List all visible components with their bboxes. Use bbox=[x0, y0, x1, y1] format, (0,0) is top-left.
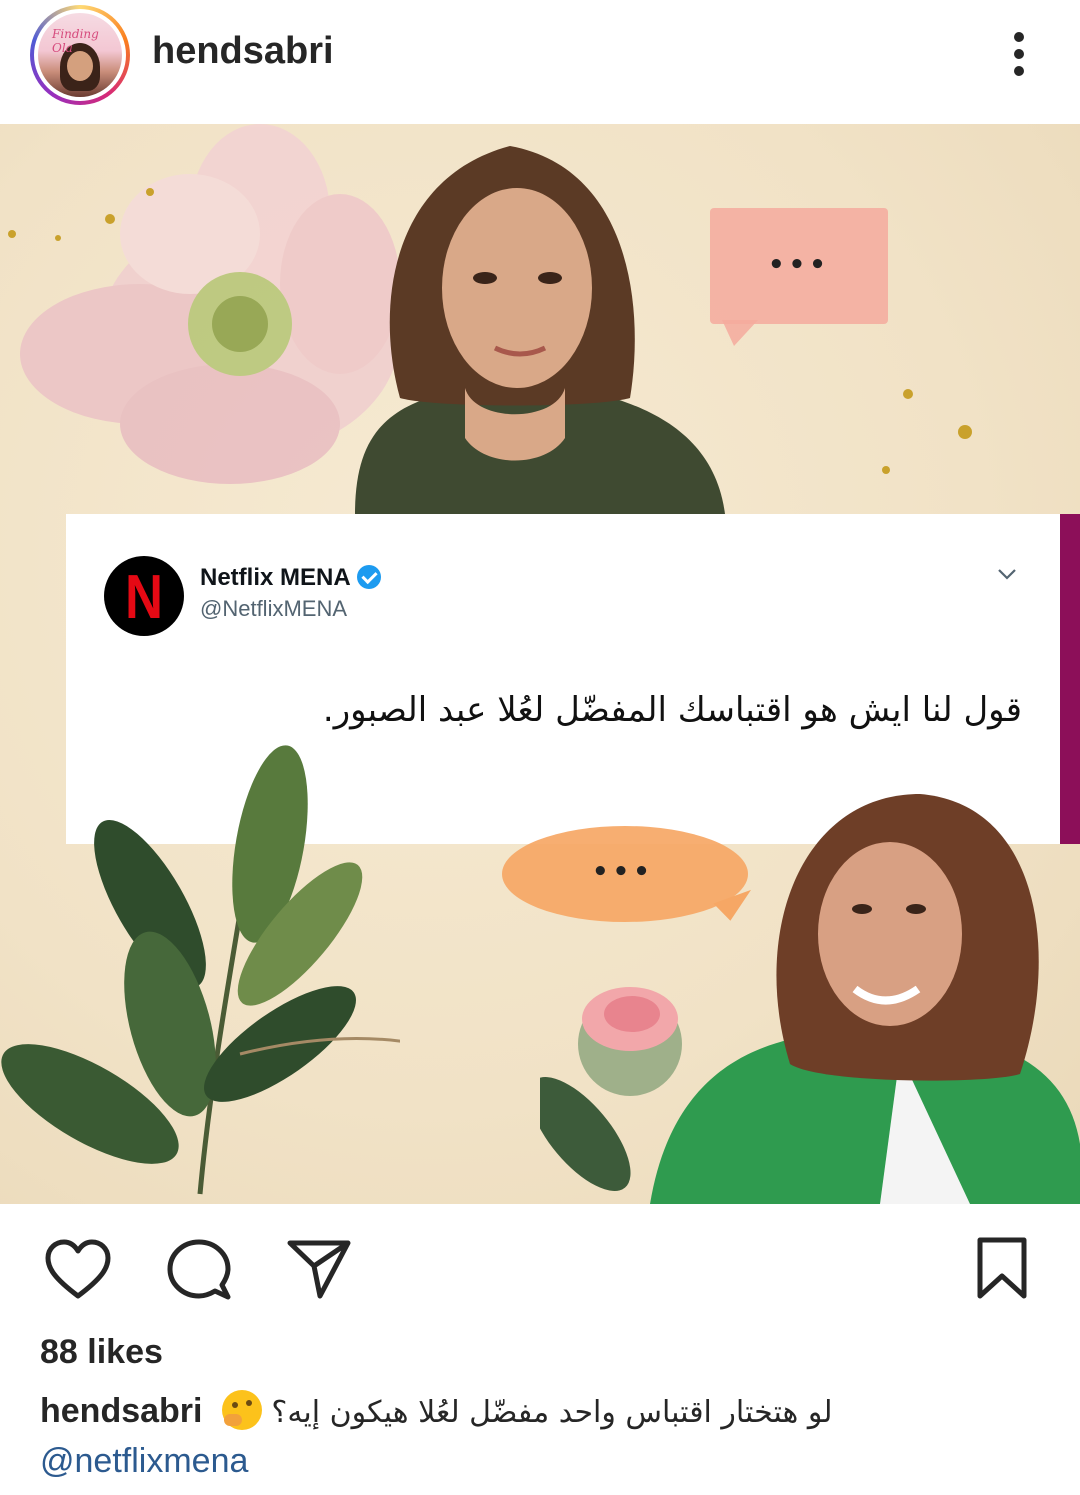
leaves-illustration bbox=[1, 745, 400, 1195]
avatar[interactable]: Finding Ola bbox=[30, 5, 130, 105]
caption-text: لو هتختار اقتباس واحد مفضّل لعُلا هيكون … bbox=[271, 1395, 833, 1430]
caption: hendsabri لو هتختار اقتباس واحد مفضّل لع… bbox=[40, 1390, 1040, 1431]
likes-count[interactable]: 88 likes bbox=[40, 1333, 163, 1372]
more-vertical-icon[interactable] bbox=[1003, 28, 1035, 80]
netflix-logo-icon: N bbox=[104, 556, 184, 636]
bubble-dots: ••• bbox=[592, 857, 654, 887]
verified-badge-icon bbox=[356, 565, 381, 589]
post-actions bbox=[0, 1204, 1080, 1324]
chevron-down-icon[interactable] bbox=[995, 564, 1019, 584]
comment-icon[interactable] bbox=[166, 1237, 232, 1303]
gold-specks bbox=[882, 389, 972, 474]
bookmark-icon[interactable] bbox=[974, 1236, 1030, 1300]
tweet-text: قول لنا ايش هو اقتباسك المفضّل لعُلا عبد… bbox=[322, 690, 1022, 730]
tweet-handle[interactable]: @NetflixMENA bbox=[200, 596, 347, 622]
mention-link[interactable]: @netflixmena bbox=[40, 1442, 248, 1481]
post-image[interactable]: ••• N Netflix MENA @NetflixMENA قول لنا … bbox=[0, 124, 1080, 1204]
actress-photo-bottom bbox=[650, 794, 1080, 1204]
tweet-author-name[interactable]: Netflix MENA bbox=[200, 564, 381, 592]
post-header: Finding Ola hendsabri bbox=[0, 0, 1080, 124]
actress-photo-top bbox=[355, 146, 725, 514]
username[interactable]: hendsabri bbox=[152, 30, 334, 73]
heart-icon[interactable] bbox=[44, 1238, 112, 1300]
send-icon[interactable] bbox=[286, 1238, 352, 1300]
thinking-face-emoji bbox=[221, 1390, 262, 1430]
bubble-dots: ••• bbox=[768, 250, 830, 280]
caption-username[interactable]: hendsabri bbox=[40, 1392, 202, 1430]
